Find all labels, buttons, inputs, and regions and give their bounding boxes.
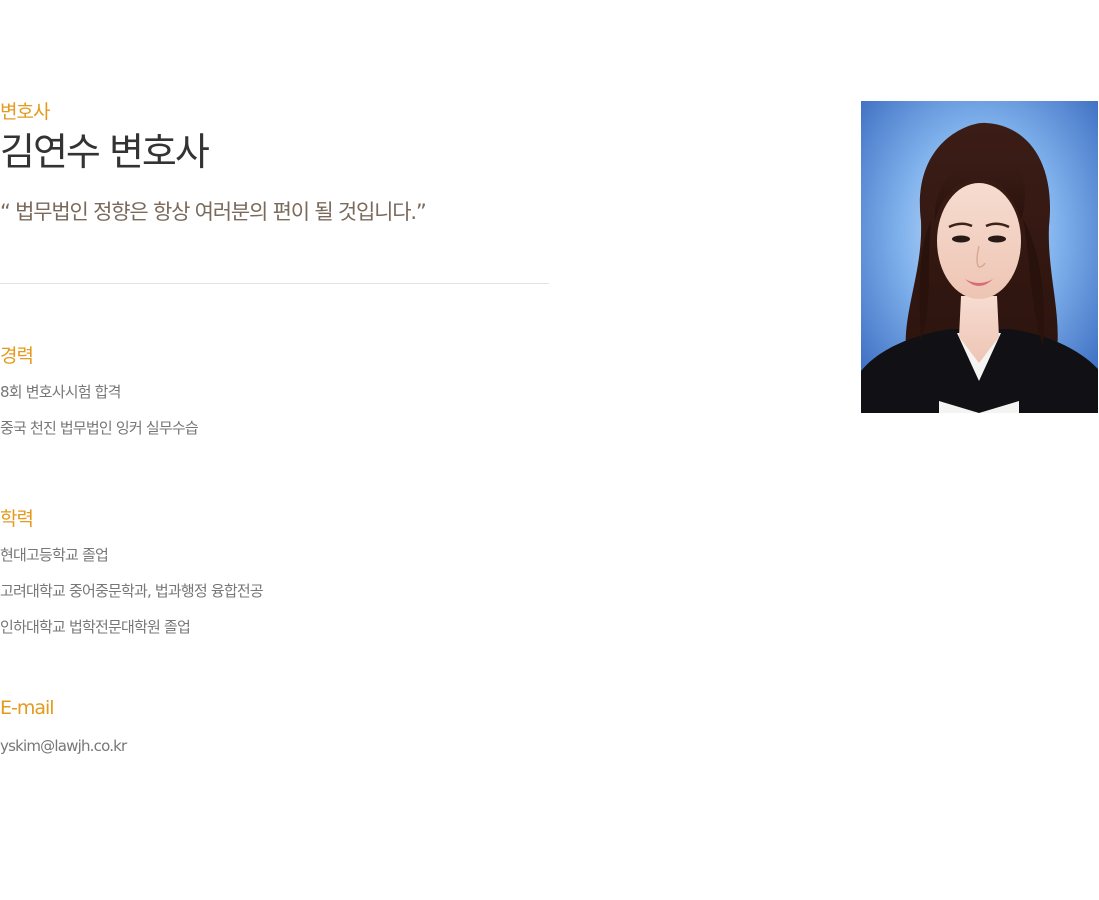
lawyer-profile: 변호사 김연수 변호사 “ 법무법인 정향은 항상 여러분의 편이 될 것입니다… (0, 0, 1099, 900)
career-title: 경력 (0, 345, 34, 367)
email-title: E-mail (0, 697, 55, 719)
profile-role: 변호사 (0, 101, 50, 123)
email-address[interactable]: yskim@lawjh.co.kr (0, 737, 127, 755)
lawyer-portrait-photo (861, 101, 1098, 413)
profile-name: 김연수 변호사 (0, 130, 210, 174)
career-item: 중국 천진 법무법인 잉커 실무수습 (0, 419, 199, 437)
education-item: 현대고등학교 졸업 (0, 546, 109, 564)
career-item: 8회 변호사시험 합격 (0, 383, 121, 401)
divider (0, 283, 549, 284)
education-item: 고려대학교 중어중문학과, 법과행정 융합전공 (0, 582, 264, 600)
profile-quote: “ 법무법인 정향은 항상 여러분의 편이 될 것입니다.” (0, 200, 427, 224)
education-title: 학력 (0, 508, 34, 530)
education-item: 인하대학교 법학전문대학원 졸업 (0, 618, 191, 636)
